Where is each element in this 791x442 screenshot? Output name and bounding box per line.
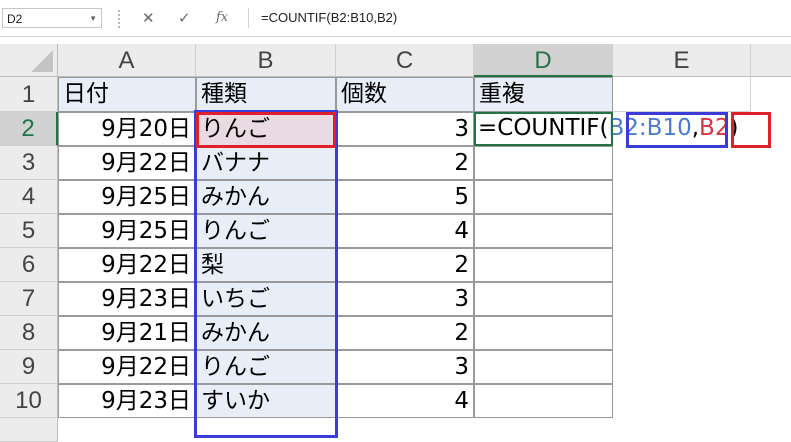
cell-a5[interactable]: 9月25日: [58, 214, 196, 248]
formula-bar-separator: [118, 10, 121, 28]
cell-e1[interactable]: [613, 77, 751, 112]
column-header-c[interactable]: C: [336, 44, 474, 77]
row-header-9[interactable]: 9: [0, 350, 58, 384]
enter-icon[interactable]: ✓: [178, 8, 191, 28]
column-header-a[interactable]: A: [58, 44, 196, 77]
cell-c3[interactable]: 2: [336, 146, 474, 180]
formula-bar-area: D2 ▼ ✕ ✓ fx =COUNTIF(B2:B10,B2): [0, 0, 791, 37]
column-header-d[interactable]: D: [474, 44, 613, 77]
cell-c2[interactable]: 3: [336, 112, 474, 146]
insert-function-icon[interactable]: fx: [216, 8, 228, 28]
column-header-f[interactable]: [751, 44, 791, 77]
cell-d3[interactable]: [474, 146, 613, 180]
select-all-button[interactable]: [0, 44, 58, 77]
cancel-icon[interactable]: ✕: [142, 8, 155, 28]
cell-d5[interactable]: [474, 214, 613, 248]
range-highlight-b2-b10: [194, 110, 338, 438]
cell-a3[interactable]: 9月22日: [58, 146, 196, 180]
cell-a2[interactable]: 9月20日: [58, 112, 196, 146]
name-box[interactable]: D2 ▼: [2, 8, 102, 28]
cell-d4[interactable]: [474, 180, 613, 214]
row-header-7[interactable]: 7: [0, 282, 58, 316]
cell-a8[interactable]: 9月21日: [58, 316, 196, 350]
formula-input[interactable]: =COUNTIF(B2:B10,B2): [248, 8, 791, 28]
cell-d10[interactable]: [474, 384, 613, 418]
row-header-1[interactable]: 1: [0, 77, 58, 112]
cell-a6[interactable]: 9月22日: [58, 248, 196, 282]
criteria-ref-highlight: [731, 112, 771, 148]
range-ref-highlight: [626, 112, 728, 148]
cell-d1[interactable]: 重複: [474, 77, 613, 112]
cell-d6[interactable]: [474, 248, 613, 282]
cell-c10[interactable]: 4: [336, 384, 474, 418]
column-header-b[interactable]: B: [196, 44, 336, 77]
row-header-8[interactable]: 8: [0, 316, 58, 350]
cell-a9[interactable]: 9月22日: [58, 350, 196, 384]
cell-b1[interactable]: 種類: [196, 77, 336, 112]
cell-d2-editing[interactable]: =COUNTIF(B2:B10,B2): [474, 112, 738, 146]
cell-c9[interactable]: 3: [336, 350, 474, 384]
name-box-value: D2: [7, 12, 23, 26]
row-header-4[interactable]: 4: [0, 180, 58, 214]
row-header-5[interactable]: 5: [0, 214, 58, 248]
column-header-e[interactable]: E: [613, 44, 751, 77]
row-header-2[interactable]: 2: [0, 112, 58, 146]
cell-c6[interactable]: 2: [336, 248, 474, 282]
cell-c1[interactable]: 個数: [336, 77, 474, 112]
chevron-down-icon[interactable]: ▼: [89, 9, 97, 29]
cell-c5[interactable]: 4: [336, 214, 474, 248]
row-header-10[interactable]: 10: [0, 384, 58, 418]
cell-a4[interactable]: 9月25日: [58, 180, 196, 214]
row-header-11[interactable]: [0, 418, 58, 442]
row-header-6[interactable]: 6: [0, 248, 58, 282]
cell-d7[interactable]: [474, 282, 613, 316]
select-all-triangle-icon: [31, 50, 53, 72]
formula-prefix: =COUNTIF(: [478, 115, 609, 141]
cell-c8[interactable]: 2: [336, 316, 474, 350]
cell-d8[interactable]: [474, 316, 613, 350]
cell-a1[interactable]: 日付: [58, 77, 196, 112]
criteria-highlight-b2: [196, 112, 336, 148]
cell-a10[interactable]: 9月23日: [58, 384, 196, 418]
cell-d9[interactable]: [474, 350, 613, 384]
cell-a7[interactable]: 9月23日: [58, 282, 196, 316]
cell-c7[interactable]: 3: [336, 282, 474, 316]
cell-c4[interactable]: 5: [336, 180, 474, 214]
row-header-3[interactable]: 3: [0, 146, 58, 180]
